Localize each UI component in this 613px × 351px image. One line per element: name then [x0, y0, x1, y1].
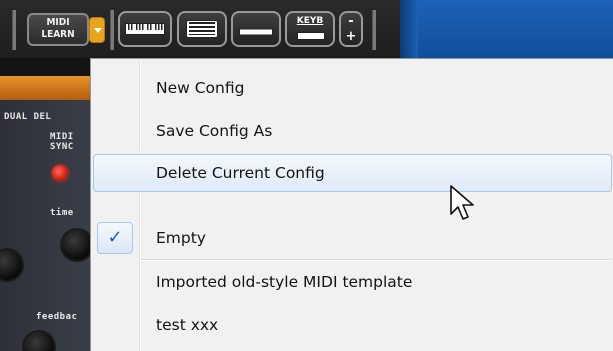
app-window: MIDI LEARN KEYB - + DUAL DEL MIDI SYNC t… [0, 0, 613, 351]
midi-config-dropdown-button[interactable] [89, 17, 105, 43]
keyboard-compact-icon [186, 20, 218, 38]
check-icon: ✓ [107, 227, 123, 248]
toolbar-separator [110, 10, 114, 50]
device-header-bar [0, 76, 90, 100]
menu-item-imported-old-style-midi-template[interactable]: Imported old-style MIDI template [93, 263, 612, 301]
mouse-cursor-icon [450, 185, 474, 220]
keyboard-toggle-button[interactable]: KEYB [285, 11, 335, 47]
blue-area-shade [400, 0, 418, 58]
zoom-button[interactable]: - + [339, 11, 363, 47]
midi-sync-label: MIDI SYNC [50, 132, 74, 152]
time-label: time [50, 208, 74, 218]
menu-item-label: Save Config As [156, 122, 273, 140]
menu-item-save-config-as[interactable]: Save Config As [93, 112, 612, 150]
midi-sync-led[interactable] [52, 165, 68, 181]
feedback-knob[interactable] [24, 332, 54, 351]
keyboard-full-icon [125, 23, 165, 35]
toolbar-separator [12, 10, 16, 50]
menu-item-delete-current-config[interactable]: Delete Current Config [93, 154, 612, 192]
panel-title: DUAL DEL [4, 112, 52, 122]
midi-learn-label: MIDI LEARN [41, 17, 75, 40]
menu-item-empty[interactable]: ✓ Empty [93, 219, 612, 257]
menu-item-label: New Config [156, 79, 245, 97]
toolbar: MIDI LEARN KEYB - + [0, 0, 400, 58]
dual-delay-panel: DUAL DEL MIDI SYNC time feedbac [0, 100, 92, 351]
time-knob-left[interactable] [0, 250, 22, 280]
menu-item-label: Imported old-style MIDI template [156, 273, 413, 291]
blue-display-area [400, 0, 613, 58]
keyboard-toggle-icon [297, 32, 325, 40]
zoom-icon: - + [345, 14, 357, 44]
keyboard-compact-button[interactable] [177, 11, 227, 47]
menu-item-label: Empty [156, 229, 206, 247]
toolbar-separator [372, 10, 376, 50]
checked-indicator: ✓ [97, 222, 133, 254]
keyboard-bar-button[interactable] [231, 11, 281, 47]
keyb-label: KEYB [296, 16, 324, 26]
feedback-label: feedbac [36, 312, 78, 322]
midi-learn-button[interactable]: MIDI LEARN [27, 13, 89, 46]
menu-item-new-config[interactable]: New Config [93, 69, 612, 107]
keyboard-full-button[interactable] [118, 11, 172, 47]
midi-config-menu: New Config Save Config As Delete Current… [90, 58, 613, 351]
time-knob-right[interactable] [62, 230, 92, 260]
menu-item-test-xxx[interactable]: test xxx [93, 306, 612, 344]
keyboard-bar-icon [239, 28, 273, 36]
menu-item-label: test xxx [156, 316, 219, 334]
menu-item-label: Delete Current Config [156, 164, 325, 182]
menu-separator [141, 259, 612, 261]
